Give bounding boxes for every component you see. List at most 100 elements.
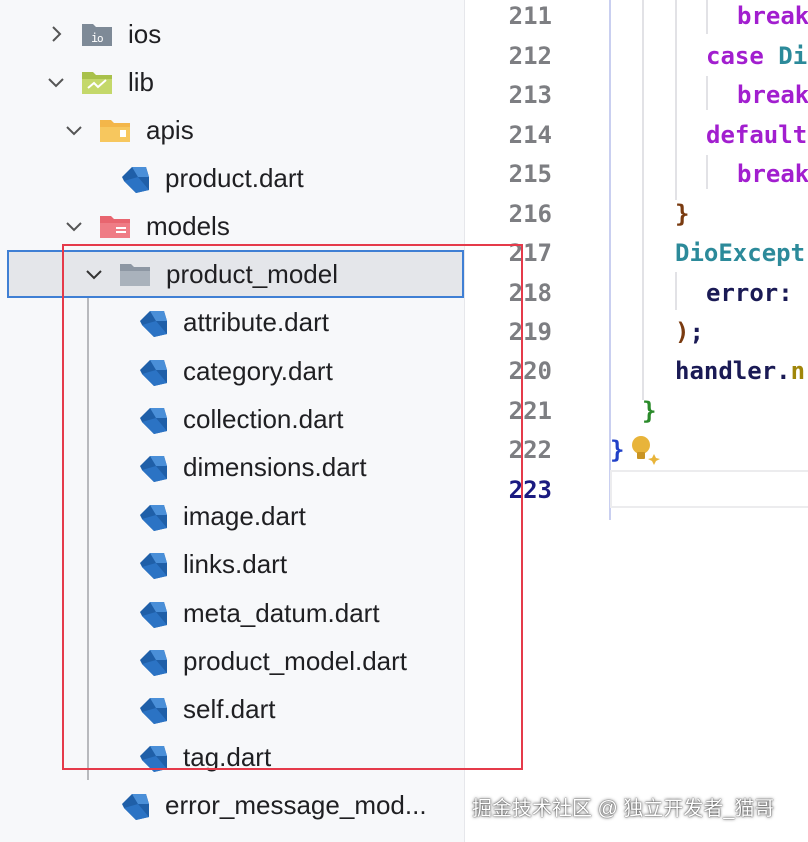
svg-text:o: o <box>97 32 104 45</box>
tree-file-item[interactable]: links.dart <box>0 540 464 588</box>
code-token: handler. <box>675 357 791 385</box>
code-token: default <box>706 121 808 149</box>
tree-file-item[interactable]: attribute.dart <box>0 298 464 346</box>
chevron-down-icon[interactable] <box>82 262 106 286</box>
tree-item-label: image.dart <box>183 501 306 531</box>
dart-file-icon <box>136 452 170 484</box>
line-number: 213 <box>508 81 552 109</box>
tree-item-label: ios <box>128 19 162 49</box>
line-number: 215 <box>508 160 552 188</box>
tree-item-label: attribute.dart <box>183 307 329 337</box>
dart-file-icon <box>136 404 170 436</box>
tree-item-label: product_model.dart <box>183 646 408 676</box>
line-number: 218 <box>508 279 552 307</box>
tree-item-apis[interactable]: apis <box>0 106 464 154</box>
project-tree-panel: io ios lib apis product.dart models prod… <box>0 0 465 842</box>
tree-item-label: collection.dart <box>183 404 344 434</box>
tree-item-product-model-folder[interactable]: product_model <box>7 250 464 298</box>
tree-item-lib[interactable]: lib <box>0 58 464 106</box>
line-number-current: 223 <box>508 476 552 504</box>
dart-file-icon <box>136 307 170 339</box>
code-token: break <box>737 160 808 188</box>
code-token: ; <box>689 318 704 346</box>
chevron-down-icon[interactable] <box>62 118 86 142</box>
code-token: ) <box>675 318 690 346</box>
tree-file-item[interactable]: dimensions.dart <box>0 443 464 491</box>
code-token: n <box>790 357 806 385</box>
tree-item-label: links.dart <box>183 549 288 579</box>
line-number-gutter: 211 212 213 214 215 216 217 218 219 220 … <box>465 0 555 520</box>
line-number: 222 <box>508 436 552 464</box>
code-token: Di <box>778 42 808 70</box>
tree-file-item[interactable]: self.dart <box>0 685 464 733</box>
orange-folder-icon <box>98 116 132 144</box>
code-editor[interactable]: 211 212 213 214 215 216 217 218 219 220 … <box>465 0 808 842</box>
tree-file-item[interactable]: product_model.dart <box>0 637 464 685</box>
tree-item-label: tag.dart <box>183 742 272 772</box>
tree-file-item[interactable]: tag.dart <box>0 733 464 781</box>
red-folder-icon <box>98 212 132 240</box>
tree-item-label: product.dart <box>165 163 304 193</box>
tree-file-item[interactable]: collection.dart <box>0 395 464 443</box>
tree-item-ios[interactable]: io ios <box>0 10 464 58</box>
tree-file-item[interactable]: image.dart <box>0 492 464 540</box>
line-number: 217 <box>508 239 552 267</box>
chevron-right-icon[interactable] <box>44 22 68 46</box>
indent-guide <box>675 0 677 200</box>
tree-item-label: apis <box>146 115 194 145</box>
code-token: break <box>737 2 808 30</box>
tree-item-label: error_message_mod... <box>165 790 427 820</box>
dart-file-icon <box>136 549 170 581</box>
tree-item-label: product_model <box>166 259 338 289</box>
indent-guide <box>706 155 708 189</box>
line-number: 220 <box>508 357 552 385</box>
grey-folder-icon <box>118 260 152 288</box>
tree-item-label: models <box>146 211 230 241</box>
ios-folder-icon: io <box>80 20 114 48</box>
tree-file-item[interactable]: meta_datum.dart <box>0 589 464 637</box>
code-token: break <box>737 81 808 109</box>
current-line-highlight <box>610 470 808 508</box>
tree-item-label: category.dart <box>183 356 333 386</box>
tree-item-label: self.dart <box>183 694 276 724</box>
tree-item-label: lib <box>128 67 155 97</box>
dart-file-icon <box>136 694 170 726</box>
indent-guide <box>642 0 644 400</box>
tree-file-item[interactable]: category.dart <box>0 347 464 395</box>
dart-file-icon <box>118 163 152 195</box>
tree-item-label: dimensions.dart <box>183 452 367 482</box>
line-number: 216 <box>508 200 552 228</box>
code-token: error: <box>706 279 793 307</box>
line-number: 212 <box>508 42 552 70</box>
code-token: DioExcept <box>675 239 806 267</box>
indent-guide <box>706 0 708 34</box>
dart-file-icon <box>136 598 170 630</box>
dart-file-icon <box>136 742 170 774</box>
dart-file-icon <box>136 356 170 388</box>
code-token: } <box>675 200 690 228</box>
line-number: 219 <box>508 318 552 346</box>
tree-item-label: meta_datum.dart <box>183 598 380 628</box>
code-token: } <box>642 397 657 425</box>
indent-guide <box>675 272 677 310</box>
line-number: 211 <box>508 2 552 30</box>
chevron-down-icon[interactable] <box>62 214 86 238</box>
tree-item-product-dart[interactable]: product.dart <box>0 154 464 202</box>
lightbulb-icon[interactable] <box>627 432 663 468</box>
code-line: case Di <box>706 36 807 76</box>
tree-item-models[interactable]: models <box>0 202 464 250</box>
dart-file-icon <box>118 790 152 822</box>
dart-file-icon <box>136 646 170 678</box>
green-folder-icon <box>80 68 114 96</box>
watermark-text: 掘金技术社区 @ 独立开发者_猫哥 <box>472 798 775 820</box>
indent-guide <box>706 76 708 110</box>
code-line: handler.n <box>675 351 805 391</box>
code-token: case <box>706 42 764 70</box>
code-token: } <box>610 436 625 464</box>
tree-item-error-message-model[interactable]: error_message_mod... <box>0 781 464 829</box>
dart-file-icon <box>136 501 170 533</box>
line-number: 221 <box>508 397 552 425</box>
chevron-down-icon[interactable] <box>44 70 68 94</box>
line-number: 214 <box>508 121 552 149</box>
code-line: ); <box>675 312 704 352</box>
